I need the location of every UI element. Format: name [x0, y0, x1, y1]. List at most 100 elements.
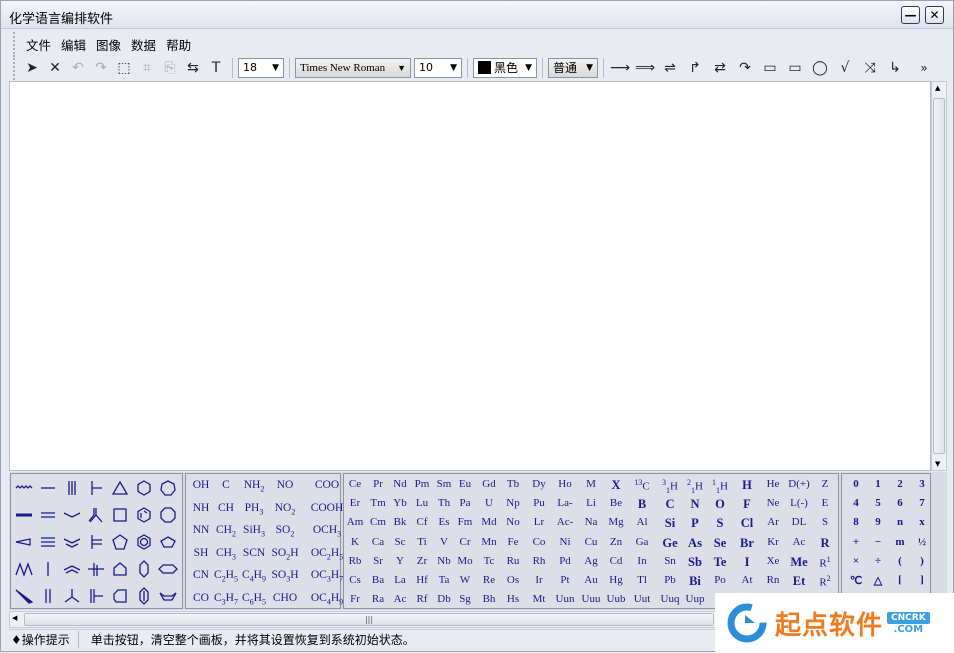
structure-v-bond-icon[interactable] [62, 506, 82, 524]
element-Me[interactable]: Me [786, 555, 812, 570]
element-Sb[interactable]: Sb [682, 555, 708, 570]
element-C[interactable]: C [657, 497, 683, 512]
element-H[interactable]: H [734, 478, 760, 493]
bracket-rect-button[interactable]: ▭ [759, 57, 781, 79]
element-Uub[interactable]: Uub [603, 593, 629, 605]
pointer-button[interactable]: ➤ [21, 57, 43, 79]
element-Sg[interactable]: Sg [452, 593, 478, 605]
structure-octagon-icon[interactable] [158, 506, 178, 524]
vertical-scrollbar[interactable]: ▲ ▼ [931, 81, 947, 471]
structure-double-t-icon[interactable] [86, 533, 106, 551]
element-Z[interactable]: Z [812, 478, 838, 490]
element-Lr[interactable]: Lr [526, 516, 552, 528]
element-Pt[interactable]: Pt [552, 574, 578, 586]
symbol-0[interactable]: 0 [846, 478, 866, 490]
element-W[interactable]: W [452, 574, 478, 586]
element-L(-)[interactable]: L(-) [786, 497, 812, 509]
group-NO2[interactable]: NO2 [270, 502, 300, 516]
symbol-×[interactable]: × [846, 555, 866, 567]
element-R2[interactable]: R2 [812, 574, 838, 589]
symbol-÷[interactable]: ÷ [868, 555, 888, 567]
structure-y-bond-icon[interactable] [86, 506, 106, 524]
structure-flat-hexagon-icon[interactable] [158, 560, 178, 578]
structure-benzene-ring-icon[interactable] [134, 533, 154, 551]
group-SO2H[interactable]: SO2H [270, 547, 300, 561]
group-CH2[interactable]: CH2 [211, 524, 241, 538]
structure-double-vertical-icon[interactable] [38, 587, 58, 605]
redo-button[interactable]: ↷ [90, 57, 112, 79]
element-Kr[interactable]: Kr [760, 536, 786, 548]
element-Be[interactable]: Be [603, 497, 629, 509]
undo-button[interactable]: ↶ [67, 57, 89, 79]
element-As[interactable]: As [682, 536, 708, 551]
structure-cross-bond-icon[interactable] [86, 560, 106, 578]
group-COO[interactable]: COO [307, 479, 347, 491]
element-U[interactable]: U [476, 497, 502, 509]
group-OC3H7[interactable]: OC3H7 [307, 569, 347, 583]
element-Ac[interactable]: Ac [786, 536, 812, 548]
element-Au[interactable]: Au [578, 574, 604, 586]
structure-single-bond-icon[interactable] [38, 479, 58, 497]
group-PH3[interactable]: PH3 [239, 502, 269, 516]
structure-benzene-icon[interactable] [134, 506, 154, 524]
font-size-select[interactable]: 18 ▼ [238, 57, 284, 78]
group-C3H7[interactable]: C3H7 [211, 592, 241, 606]
crop-button[interactable]: ⌗ [136, 57, 158, 79]
structure-zigzag-icon[interactable] [14, 560, 34, 578]
structure-double-cross-icon[interactable] [86, 587, 106, 605]
element-Ag[interactable]: Ag [578, 555, 604, 567]
style-select[interactable]: 普通 ▼ [548, 57, 598, 78]
element-Re[interactable]: Re [476, 574, 502, 586]
element-Si[interactable]: Si [657, 516, 683, 531]
structure-wavy-bond-icon[interactable] [14, 479, 34, 497]
element-N[interactable]: N [682, 497, 708, 512]
symbol-m[interactable]: m [890, 536, 910, 548]
element-Pu[interactable]: Pu [526, 497, 552, 509]
element-Mt[interactable]: Mt [526, 593, 552, 605]
structure-triangle-icon[interactable] [110, 479, 130, 497]
group-NH2[interactable]: NH2 [239, 479, 269, 493]
symbol-7[interactable]: 7 [912, 497, 932, 509]
element-In[interactable]: In [629, 555, 655, 567]
group-OC4H9[interactable]: OC4H9 [307, 592, 347, 606]
element-Po[interactable]: Po [707, 574, 733, 586]
element-Hs[interactable]: Hs [500, 593, 526, 605]
symbol-5[interactable]: 5 [868, 497, 888, 509]
element-Uuq[interactable]: Uuq [657, 593, 683, 605]
element-B[interactable]: B [629, 497, 655, 512]
structure-triple-vertical-icon[interactable] [62, 479, 82, 497]
element-Uup[interactable]: Uup [682, 593, 708, 605]
symbol-4[interactable]: 4 [846, 497, 866, 509]
scrollbar-thumb[interactable] [933, 98, 945, 454]
arrow-right-button[interactable]: ⟶ [609, 57, 631, 79]
line-width-select[interactable]: 10 ▼ [414, 57, 462, 78]
element-Ge[interactable]: Ge [657, 536, 683, 551]
element-Os[interactable]: Os [500, 574, 526, 586]
element-No[interactable]: No [500, 516, 526, 528]
element-Ne[interactable]: Ne [760, 497, 786, 509]
symbol-[[interactable]: [ [890, 574, 910, 586]
horizontal-scrollbar[interactable]: ◀ ||| [9, 611, 719, 628]
reflux-arrow-button[interactable]: ⇄ [709, 57, 731, 79]
symbol-8[interactable]: 8 [846, 516, 866, 528]
symbol-2[interactable]: 2 [890, 478, 910, 490]
group-CH3[interactable]: CH3 [211, 547, 241, 561]
element-11H[interactable]: 11H [707, 478, 733, 495]
group-SiH3[interactable]: SiH3 [239, 524, 269, 538]
element-Zn[interactable]: Zn [603, 536, 629, 548]
element-Pb[interactable]: Pb [657, 574, 683, 586]
structure-t-bond-icon[interactable] [86, 479, 106, 497]
element-Bi[interactable]: Bi [682, 574, 708, 589]
menu-image[interactable]: 图像 [91, 32, 126, 54]
symbol-+[interactable]: + [846, 536, 866, 548]
symbol-1[interactable]: 1 [868, 478, 888, 490]
double-arrow-button[interactable]: ⟹ [634, 57, 656, 79]
structure-triple-bond-icon[interactable] [38, 533, 58, 551]
element-21H[interactable]: 21H [682, 478, 708, 495]
arc-arrow-button[interactable]: ↷ [734, 57, 756, 79]
element-I[interactable]: I [734, 555, 760, 570]
element-Co[interactable]: Co [526, 536, 552, 548]
element-DL[interactable]: DL [786, 516, 812, 528]
element-Ni[interactable]: Ni [552, 536, 578, 548]
structure-cut-square-icon[interactable] [110, 587, 130, 605]
